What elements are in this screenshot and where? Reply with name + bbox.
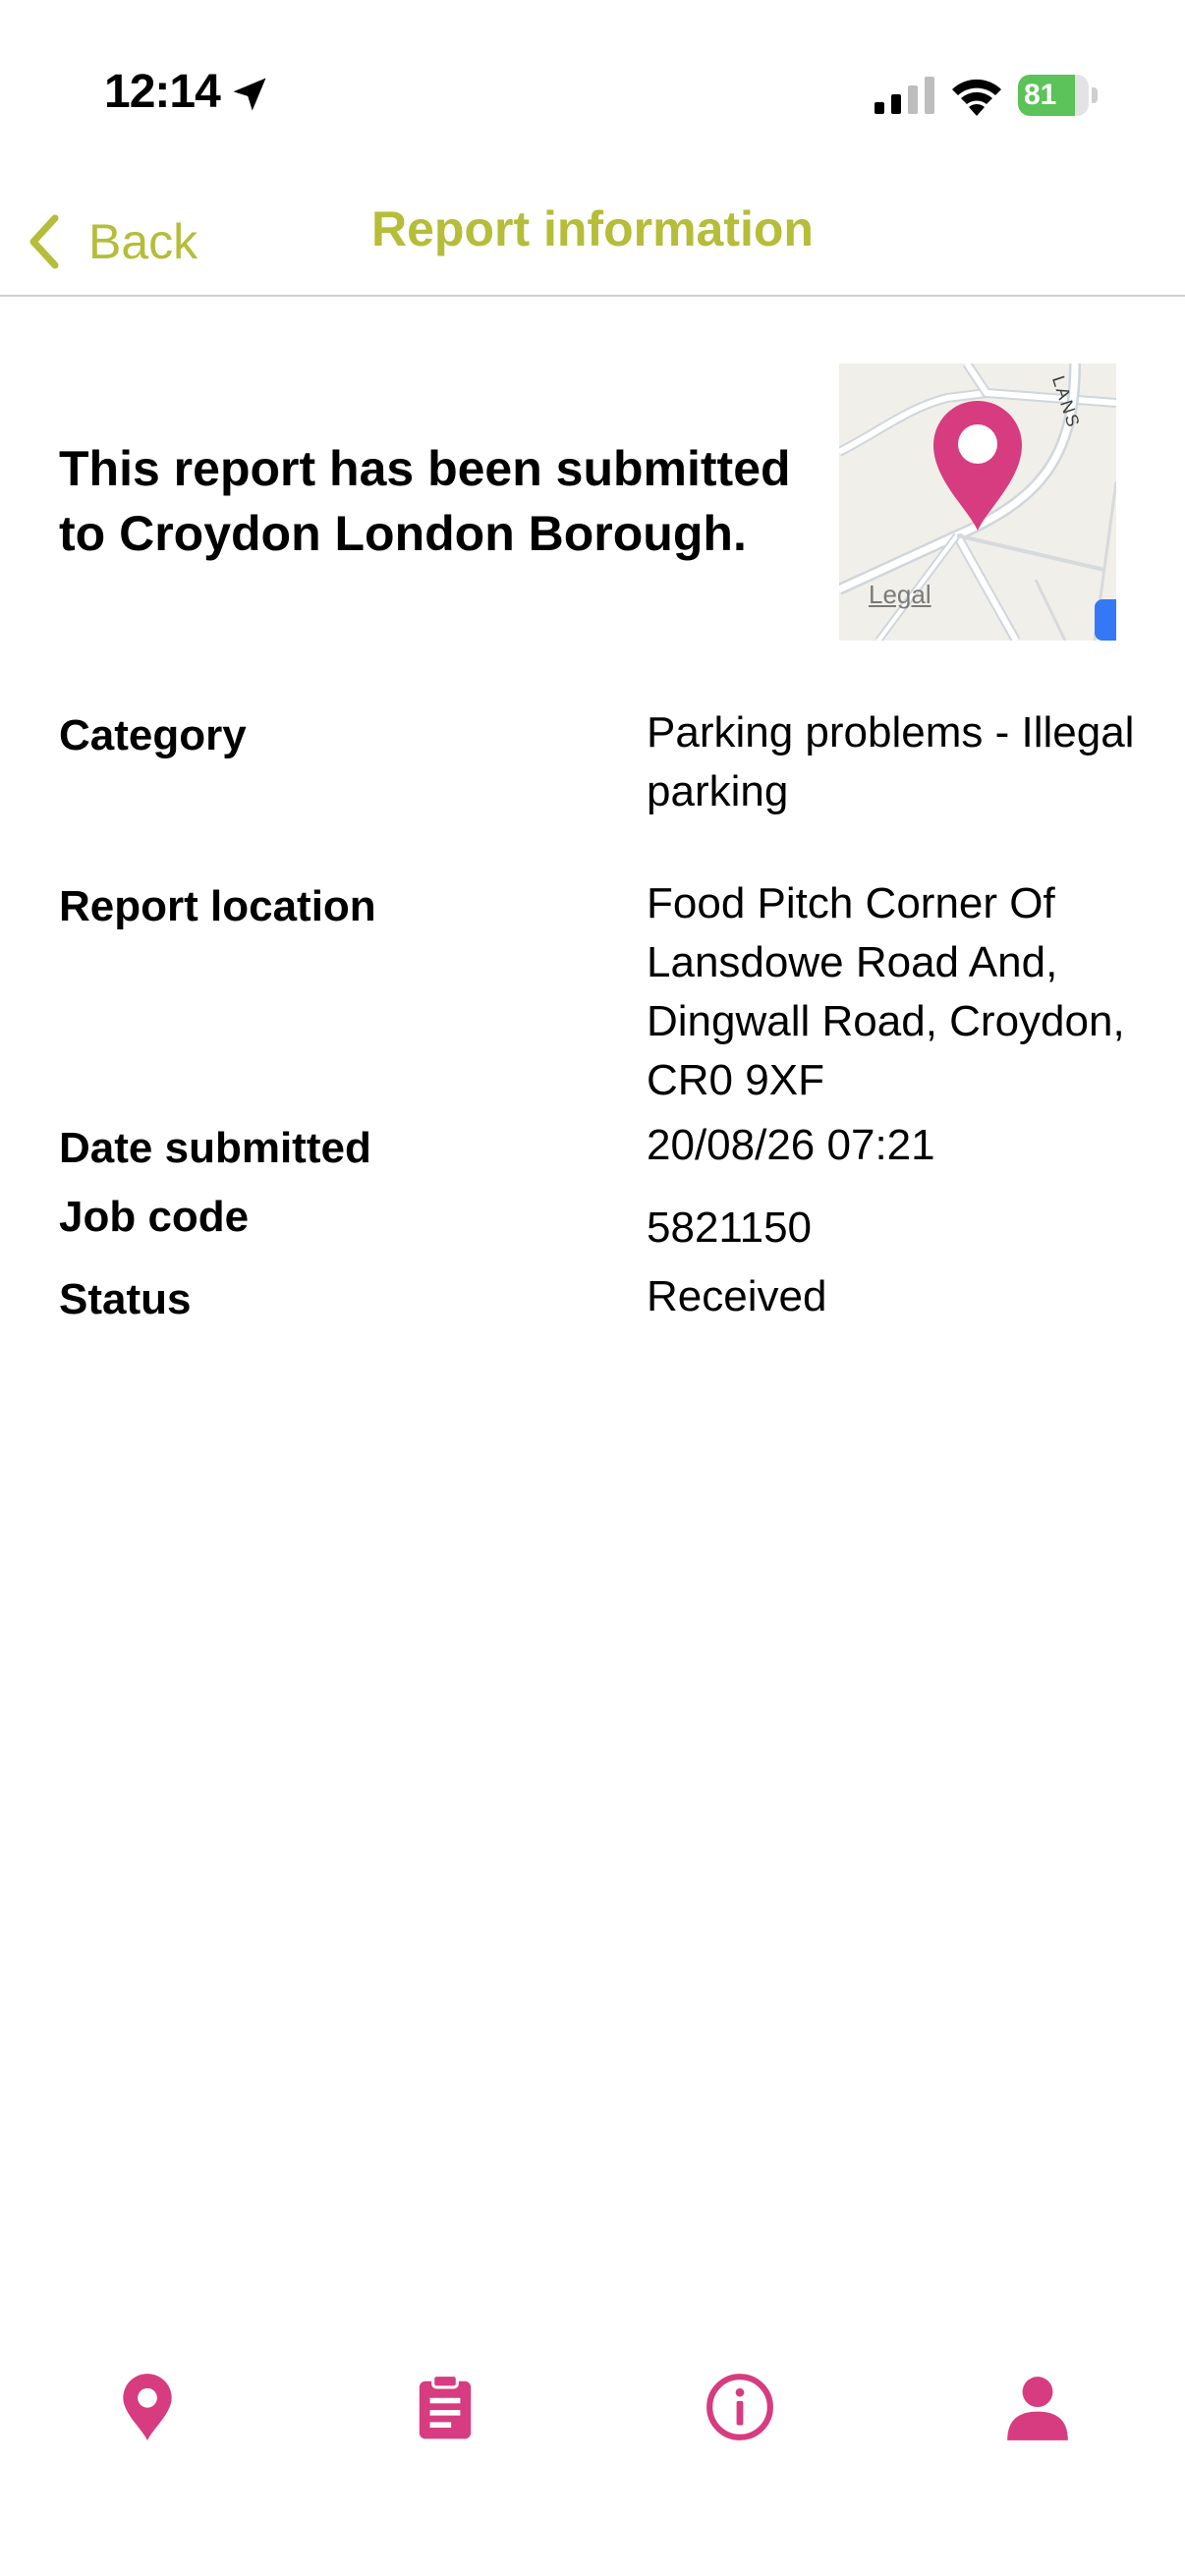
detail-label: Status <box>59 1275 192 1323</box>
detail-label: Category <box>59 711 247 759</box>
wifi-icon <box>952 79 1001 116</box>
status-bar: 12:14 81 <box>0 0 1185 187</box>
battery-percent: 81 <box>1024 79 1057 111</box>
map-corner-badge <box>1095 599 1116 641</box>
tab-account[interactable] <box>979 2348 1097 2466</box>
tab-bar <box>0 2348 1185 2466</box>
info-icon <box>706 2374 773 2440</box>
tab-map[interactable] <box>88 2348 206 2466</box>
tab-info[interactable] <box>681 2348 799 2466</box>
detail-label: Job code <box>59 1193 250 1241</box>
detail-value: 5821150 <box>647 1204 813 1252</box>
detail-label: Date submitted <box>59 1124 371 1172</box>
status-time: 12:14 <box>104 66 221 118</box>
map-legal-link[interactable]: Legal <box>869 580 931 610</box>
page-title: Report information <box>371 201 814 256</box>
detail-label: Report location <box>59 882 376 930</box>
submission-message: This report has been submitted to Croydo… <box>59 441 791 561</box>
cellular-signal-icon <box>875 77 934 114</box>
detail-value: 20/08/26 07:21 <box>647 1121 935 1169</box>
detail-value: Parking problems - Illegal parking <box>647 708 1135 815</box>
user-icon <box>1007 2377 1068 2440</box>
map-thumbnail[interactable]: LANS Legal <box>839 364 1116 641</box>
tab-reports[interactable] <box>386 2348 504 2466</box>
location-arrow-icon <box>233 78 266 111</box>
navigation-bar: Back Report information <box>0 187 1185 297</box>
battery-charging-icon: 81 <box>1018 75 1099 116</box>
map-pin-marker-icon <box>933 401 1022 531</box>
detail-value: Food Pitch Corner Of Lansdowe Road And, … <box>647 879 1125 1104</box>
map-pin-icon <box>123 2374 172 2440</box>
clipboard-icon <box>419 2374 472 2439</box>
detail-value: Received <box>647 1272 827 1320</box>
